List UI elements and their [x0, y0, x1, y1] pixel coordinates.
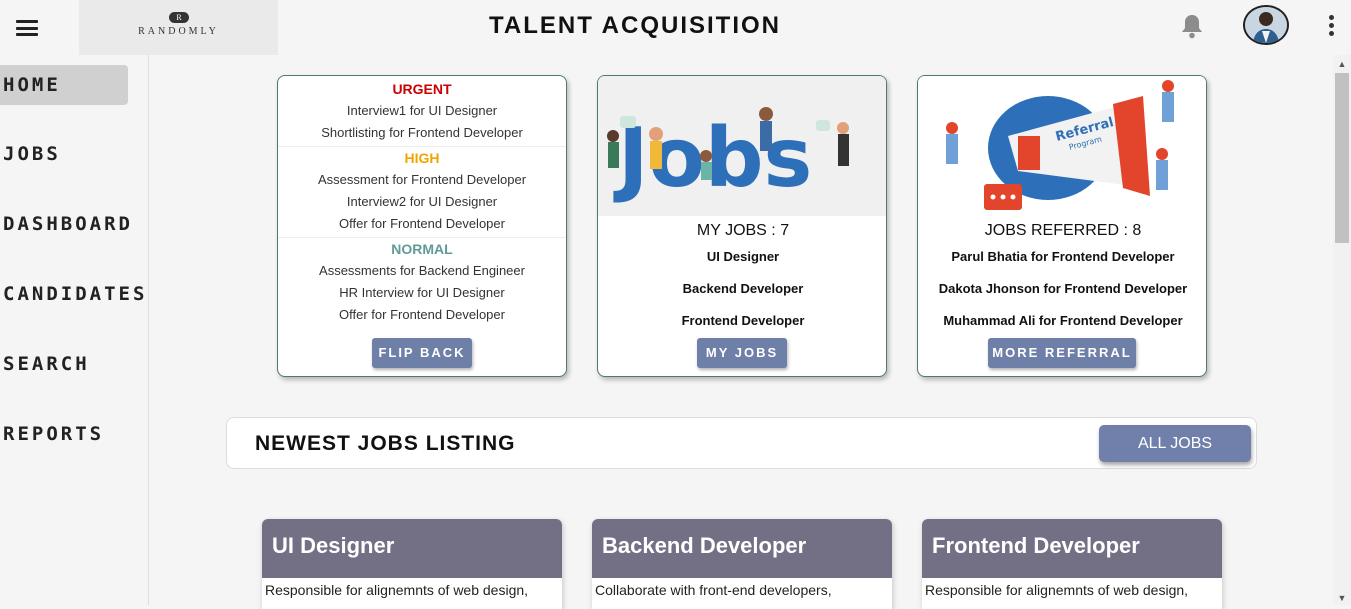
all-jobs-button[interactable]: ALL JOBS	[1099, 425, 1251, 462]
my-jobs-button[interactable]: MY JOBS	[697, 338, 787, 368]
referral-megaphone-illustration: Referral Program	[918, 76, 1206, 216]
my-job-item[interactable]: Frontend Developer	[598, 313, 886, 328]
urgent-task[interactable]: Shortlisting for Frontend Developer	[278, 122, 566, 144]
normal-task[interactable]: Assessments for Backend Engineer	[278, 260, 566, 282]
kebab-menu-icon[interactable]	[1326, 15, 1336, 39]
jobs-illustration: Jobs	[598, 76, 886, 216]
my-jobs-card: Jobs MY JOBS : 7 UI Designer Backend Dev…	[597, 75, 887, 377]
referral-item[interactable]: Muhammad Ali for Frontend Developer	[918, 313, 1206, 328]
referral-item[interactable]: Dakota Jhonson for Frontend Developer	[918, 281, 1206, 296]
referral-item[interactable]: Parul Bhatia for Frontend Developer	[918, 249, 1206, 264]
urgent-heading: URGENT	[392, 81, 452, 97]
high-task[interactable]: Interview2 for UI Designer	[278, 191, 566, 213]
job-card[interactable]: Backend Developer Collaborate with front…	[592, 519, 892, 609]
sidebar-item-home[interactable]: HOME	[0, 65, 128, 105]
job-card-title: Backend Developer	[592, 519, 892, 578]
normal-heading: NORMAL	[391, 241, 453, 257]
flip-back-button[interactable]: FLIP BACK	[372, 338, 472, 368]
sidebar-item-reports[interactable]: REPORTS	[0, 414, 128, 454]
logo-text: RANDOMLY	[138, 26, 219, 37]
my-job-item[interactable]: UI Designer	[598, 249, 886, 264]
hamburger-menu-icon[interactable]	[16, 20, 38, 36]
job-card-description: Responsible for alignemnts of web design…	[925, 582, 1189, 598]
more-referral-button[interactable]: MORE REFERRAL	[988, 338, 1136, 368]
sidebar-item-search[interactable]: SEARCH	[0, 344, 128, 384]
sidebar-item-jobs[interactable]: JOBS	[0, 134, 128, 174]
job-card-title: Frontend Developer	[922, 519, 1222, 578]
newest-jobs-header: NEWEST JOBS LISTING ALL JOBS	[226, 417, 1257, 469]
high-task[interactable]: Assessment for Frontend Developer	[278, 169, 566, 191]
priority-tasks-card: URGENT Interview1 for UI Designer Shortl…	[277, 75, 567, 377]
jobs-referred-count: JOBS REFERRED : 8	[984, 222, 1142, 239]
job-card-title: UI Designer	[262, 519, 562, 578]
high-heading: HIGH	[404, 150, 440, 166]
user-avatar[interactable]	[1243, 5, 1289, 45]
job-card[interactable]: Frontend Developer Responsible for align…	[922, 519, 1222, 609]
jobs-illustration-text: Jobs	[613, 111, 812, 206]
high-task[interactable]: Offer for Frontend Developer	[278, 213, 566, 235]
my-job-item[interactable]: Backend Developer	[598, 281, 886, 296]
sidebar-item-candidates[interactable]: CANDIDATES	[0, 274, 144, 314]
job-card-description: Collaborate with front-end developers,	[595, 582, 832, 598]
jobs-referred-card: Referral Program JOBS REFERRED : 8 Parul…	[917, 75, 1207, 377]
normal-task[interactable]: Offer for Frontend Developer	[278, 304, 566, 326]
jobs-illustration-art: Jobs	[598, 76, 886, 216]
scroll-down-arrow-icon[interactable]: ▼	[1333, 591, 1351, 605]
page-title: TALENT ACQUISITION	[489, 12, 781, 39]
sidebar-item-dashboard[interactable]: DASHBOARD	[0, 204, 130, 244]
job-card-description: Responsible for alignemnts of web design…	[265, 582, 529, 598]
section-title: NEWEST JOBS LISTING	[255, 432, 516, 455]
normal-task[interactable]: HR Interview for UI Designer	[278, 282, 566, 304]
logo-mark: R	[169, 12, 189, 23]
sidebar: HOME JOBS DASHBOARD CANDIDATES SEARCH RE…	[0, 55, 149, 605]
avatar-image	[1245, 7, 1287, 43]
bell-icon[interactable]	[1180, 13, 1204, 39]
job-card[interactable]: UI Designer Responsible for alignemnts o…	[262, 519, 562, 609]
urgent-task[interactable]: Interview1 for UI Designer	[278, 100, 566, 122]
scrollbar-thumb[interactable]	[1335, 73, 1349, 243]
vertical-scrollbar[interactable]: ▲ ▼	[1333, 55, 1351, 605]
referral-illustration: Referral Program	[918, 76, 1206, 216]
my-jobs-count: MY JOBS : 7	[696, 222, 790, 239]
scroll-up-arrow-icon[interactable]: ▲	[1333, 57, 1351, 71]
top-header: R RANDOMLY TALENT ACQUISITION	[0, 0, 1351, 55]
brand-logo[interactable]: R RANDOMLY	[79, 0, 278, 55]
